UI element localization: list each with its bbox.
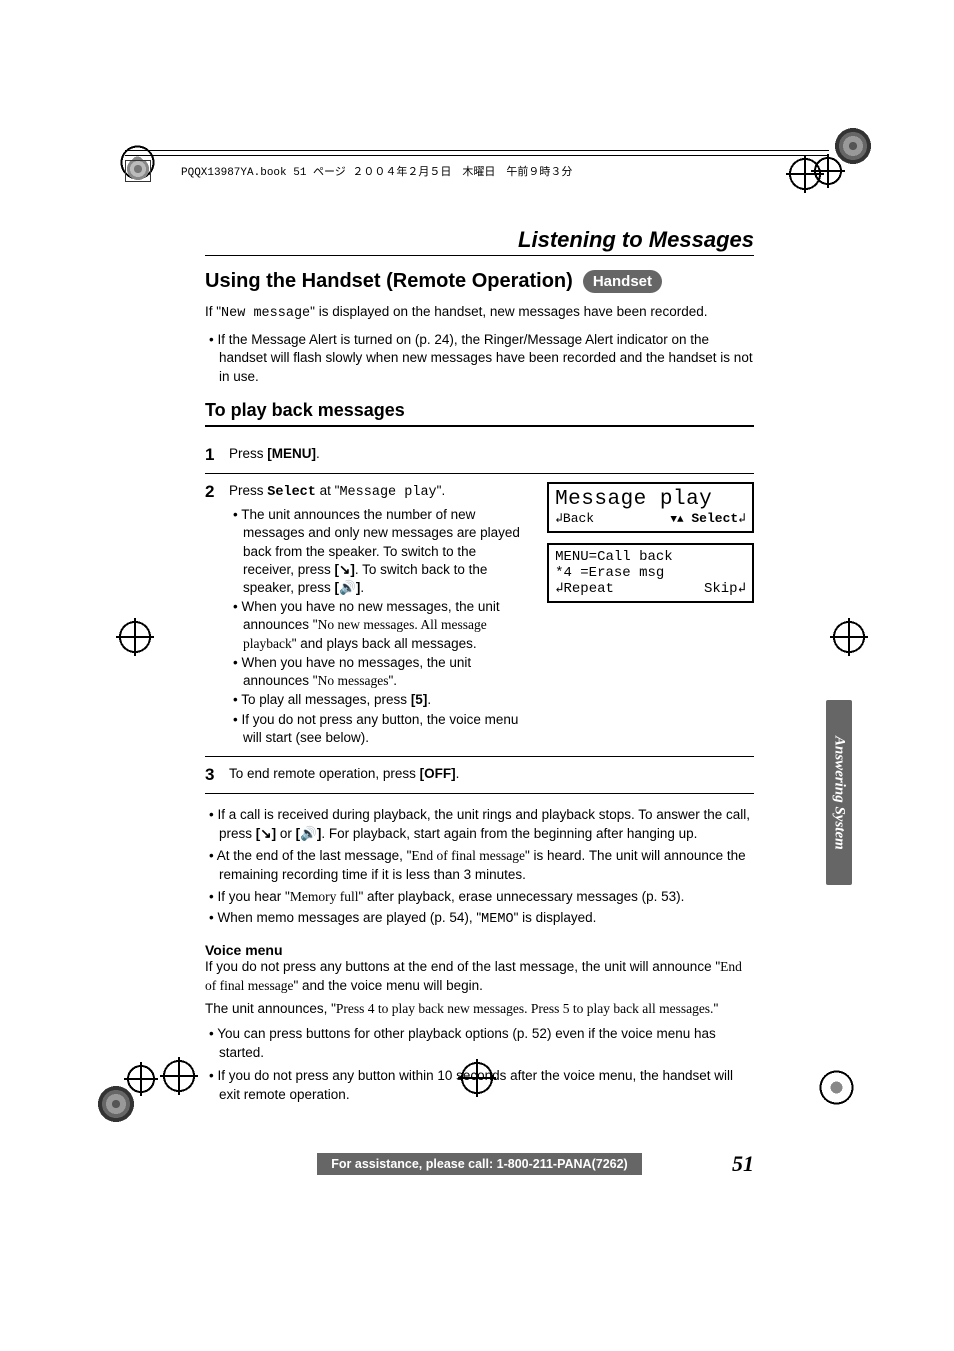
lcd-display-1: Message play ↲Back ▼▲ Select↲ <box>547 482 754 533</box>
step-2: 2 Press Select at "Message play". The un… <box>205 474 754 757</box>
step-3-num: 3 <box>205 765 219 785</box>
book-info-text: PQQX13987YA.book 51 ページ ２００４年２月５日 木曜日 午前… <box>175 159 572 183</box>
section-tab: Answering System <box>826 700 852 885</box>
section-tab-label: Answering System <box>831 736 848 850</box>
crop-mark-bl <box>100 1060 160 1120</box>
vm-p2: The unit announces, "Press 4 to play bac… <box>205 1000 754 1019</box>
vm-p1: If you do not press any buttons at the e… <box>205 958 754 996</box>
book-info-bar: PQQX13987YA.book 51 ページ ２００４年２月５日 木曜日 午前… <box>125 155 829 183</box>
step-2-body: Press Select at "Message play". The unit… <box>229 482 754 748</box>
lcd2-repeat: ↲Repeat <box>555 581 614 597</box>
speaker-key-icon: [🔊] <box>335 580 361 595</box>
intro-pre: If " <box>205 304 221 319</box>
step-1-body: Press [MENU]. <box>229 445 754 465</box>
lcd-display-2: MENU=Call back *4 =Erase msg ↲Repeat Ski… <box>547 543 754 603</box>
step2-bullet3: When you have no messages, the unit anno… <box>243 654 529 690</box>
section-heading-row: Using the Handset (Remote Operation) Han… <box>205 270 754 293</box>
step2-bullet2: When you have no new messages, the unit … <box>243 598 529 653</box>
lcd2-skip: Skip↲ <box>704 581 746 597</box>
page-number: 51 <box>732 1151 754 1177</box>
assistance-footer: For assistance, please call: 1-800-211-P… <box>317 1153 641 1175</box>
vm-bullet1: You can press buttons for other playback… <box>205 1025 754 1063</box>
intro-post: " is displayed on the handset, new messa… <box>310 304 707 319</box>
speaker-key-icon: [🔊] <box>296 826 322 841</box>
note-end-of-final: At the end of the last message, "End of … <box>205 847 754 885</box>
book-icon <box>125 160 151 182</box>
intro-mono: New message <box>221 306 310 321</box>
alert-note: • If the Message Alert is turned on (p. … <box>205 331 754 386</box>
lcd1-select: ▼▲ Select↲ <box>670 512 746 527</box>
lcd2-line1: MENU=Call back <box>555 549 673 565</box>
handset-badge: Handset <box>583 270 662 293</box>
talk-key-icon: [↘] <box>335 562 355 577</box>
step-1: 1 Press [MENU]. <box>205 437 754 474</box>
note-call-received: If a call is received during playback, t… <box>205 806 754 844</box>
registration-cross-bottom <box>458 1059 496 1097</box>
note-memory-full: If you hear "Memory full" after playback… <box>205 888 754 907</box>
step2-bullet1: The unit announces the number of new mes… <box>243 506 529 597</box>
post-steps-notes: If a call is received during playback, t… <box>205 806 754 930</box>
inner-cross-bl <box>160 1057 198 1095</box>
registration-cross-right <box>830 618 868 656</box>
lcd1-title: Message play <box>555 488 746 512</box>
lcd1-back: ↲Back <box>555 512 594 527</box>
steps-list: 1 Press [MENU]. 2 Press Select at "Messa… <box>205 437 754 794</box>
step-3-body: To end remote operation, press [OFF]. <box>229 765 754 785</box>
chapter-title: Listening to Messages <box>205 227 754 256</box>
playback-heading: To play back messages <box>205 400 754 427</box>
talk-key-icon: [↘] <box>256 826 276 841</box>
lcd2-line2: *4 =Erase msg <box>555 565 664 581</box>
footer-row: For assistance, please call: 1-800-211-P… <box>205 1153 754 1175</box>
step2-bullet5: If you do not press any button, the voic… <box>243 711 529 747</box>
step2-bullet4: To play all messages, press [5]. <box>243 691 529 709</box>
registration-cross-left <box>116 618 154 656</box>
step-3: 3 To end remote operation, press [OFF]. <box>205 757 754 794</box>
step-1-num: 1 <box>205 445 219 465</box>
step-2-num: 2 <box>205 482 219 748</box>
section-title: Using the Handset (Remote Operation) <box>205 270 573 293</box>
voice-menu-heading: Voice menu <box>205 942 754 958</box>
intro-paragraph: If "New message" is displayed on the han… <box>205 303 754 323</box>
note-memo: When memo messages are played (p. 54), "… <box>205 909 754 930</box>
